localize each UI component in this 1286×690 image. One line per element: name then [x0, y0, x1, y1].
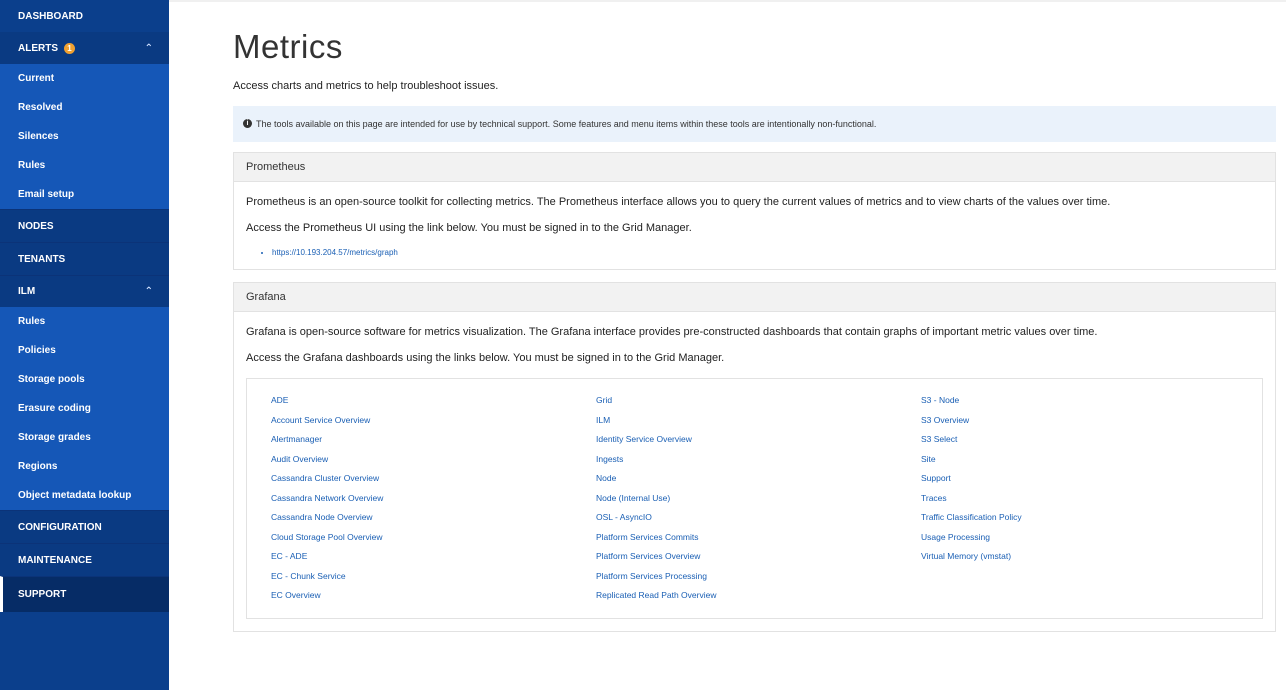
grafana-dashboard-link[interactable]: Platform Services Processing [596, 567, 921, 587]
info-banner: i The tools available on this page are i… [233, 106, 1276, 142]
sidebar-item-current[interactable]: Current [0, 64, 169, 93]
grafana-heading: Grafana [234, 283, 1275, 312]
grafana-dashboard-link[interactable]: Audit Overview [271, 450, 596, 470]
links-column-2: Grid ILM Identity Service Overview Ingests N… [596, 391, 921, 606]
prometheus-description: Prometheus is an open-source toolkit for… [246, 196, 1111, 208]
chevron-up-icon[interactable]: ⌃ [145, 43, 153, 54]
nav-configuration[interactable]: CONFIGURATION [0, 510, 169, 543]
sidebar-item-ilm-rules[interactable]: Rules [0, 307, 169, 336]
chevron-up-icon[interactable]: ⌃ [145, 286, 153, 297]
grafana-dashboard-link[interactable]: Site [921, 450, 1238, 470]
sidebar-item-storage-grades[interactable]: Storage grades [0, 423, 169, 452]
grafana-dashboard-link[interactable]: Usage Processing [921, 528, 1238, 548]
grafana-dashboard-link[interactable]: Node [596, 469, 921, 489]
grafana-dashboard-link[interactable]: Cassandra Node Overview [271, 508, 596, 528]
grafana-dashboard-link[interactable]: Platform Services Commits [596, 528, 921, 548]
prometheus-link[interactable]: https://10.193.204.57/metrics/graph [272, 248, 398, 257]
prometheus-link-item: https://10.193.204.57/metrics/graph [272, 248, 1263, 257]
main-content: Metrics Access charts and metrics to hel… [169, 0, 1286, 690]
prometheus-heading: Prometheus [234, 153, 1275, 182]
grafana-dashboard-link[interactable]: Grid [596, 391, 921, 411]
sidebar-item-policies[interactable]: Policies [0, 336, 169, 365]
sidebar: DASHBOARD ALERTS 1 ⌃ Current Resolved Si… [0, 0, 169, 690]
grafana-description: Grafana is open-source software for metr… [246, 326, 1098, 338]
ilm-submenu: Rules Policies Storage pools Erasure cod… [0, 307, 169, 510]
grafana-dashboard-link[interactable]: OSL - AsyncIO [596, 508, 921, 528]
sidebar-item-regions[interactable]: Regions [0, 452, 169, 481]
grafana-dashboard-link[interactable]: Support [921, 469, 1238, 489]
grafana-dashboard-link[interactable]: EC - ADE [271, 547, 596, 567]
sidebar-item-erasure-coding[interactable]: Erasure coding [0, 394, 169, 423]
grafana-dashboard-link[interactable]: Platform Services Overview [596, 547, 921, 567]
grafana-dashboard-link[interactable]: Traffic Classification Policy [921, 508, 1238, 528]
nav-alerts[interactable]: ALERTS 1 ⌃ [0, 32, 169, 64]
grafana-dashboard-link[interactable]: Node (Internal Use) [596, 489, 921, 509]
grafana-panel: Grafana Grafana is open-source software … [233, 282, 1276, 632]
nav-maintenance[interactable]: MAINTENANCE [0, 543, 169, 576]
sidebar-item-silences[interactable]: Silences [0, 122, 169, 151]
nav-nodes[interactable]: NODES [0, 209, 169, 242]
grafana-dashboard-link[interactable]: Traces [921, 489, 1238, 509]
nav-dashboard-label: DASHBOARD [18, 10, 83, 22]
alerts-submenu: Current Resolved Silences Rules Email se… [0, 64, 169, 209]
info-text: The tools available on this page are int… [256, 119, 877, 129]
sidebar-item-object-metadata-lookup[interactable]: Object metadata lookup [0, 481, 169, 510]
links-column-1: ADE Account Service Overview Alertmanager A… [271, 391, 596, 606]
sidebar-item-rules[interactable]: Rules [0, 151, 169, 180]
grafana-dashboard-link[interactable]: Alertmanager [271, 430, 596, 450]
prometheus-access-text: Access the Prometheus UI using the link … [246, 222, 692, 234]
grafana-dashboard-link[interactable]: S3 Overview [921, 411, 1238, 431]
links-column-3: S3 - Node S3 Overview S3 Select Site Support… [921, 391, 1238, 606]
grafana-dashboard-link[interactable]: S3 - Node [921, 391, 1238, 411]
grafana-dashboard-link[interactable]: Cassandra Cluster Overview [271, 469, 596, 489]
nav-support[interactable]: SUPPORT [0, 576, 169, 612]
grafana-dashboard-link[interactable]: EC Overview [271, 586, 596, 606]
page-subtitle: Access charts and metrics to help troubl… [233, 80, 499, 92]
grafana-dashboard-link[interactable]: ILM [596, 411, 921, 431]
grafana-dashboard-link[interactable]: Ingests [596, 450, 921, 470]
grafana-dashboard-link[interactable]: Account Service Overview [271, 411, 596, 431]
grafana-dashboard-link[interactable]: Cassandra Network Overview [271, 489, 596, 509]
nav-alerts-label: ALERTS [18, 42, 58, 54]
grafana-dashboard-link[interactable]: Cloud Storage Pool Overview [271, 528, 596, 548]
alert-count-badge: 1 [64, 42, 75, 54]
grafana-dashboard-link[interactable]: Virtual Memory (vmstat) [921, 547, 1238, 567]
grafana-dashboard-link[interactable]: Identity Service Overview [596, 430, 921, 450]
grafana-dashboard-link[interactable]: ADE [271, 391, 596, 411]
grafana-dashboard-links: ADE Account Service Overview Alertmanager A… [246, 378, 1263, 619]
nav-dashboard[interactable]: DASHBOARD [0, 0, 169, 32]
sidebar-item-resolved[interactable]: Resolved [0, 93, 169, 122]
nav-ilm-label: ILM [18, 286, 36, 297]
info-icon: i [243, 119, 252, 128]
grafana-access-text: Access the Grafana dashboards using the … [246, 352, 725, 364]
sidebar-item-email-setup[interactable]: Email setup [0, 180, 169, 209]
nav-tenants[interactable]: TENANTS [0, 242, 169, 275]
sidebar-item-storage-pools[interactable]: Storage pools [0, 365, 169, 394]
grafana-dashboard-link[interactable]: Replicated Read Path Overview [596, 586, 921, 606]
prometheus-panel: Prometheus Prometheus is an open-source … [233, 152, 1276, 270]
grafana-dashboard-link[interactable]: S3 Select [921, 430, 1238, 450]
page-title: Metrics [233, 28, 343, 65]
nav-ilm[interactable]: ILM ⌃ [0, 275, 169, 307]
grafana-dashboard-link[interactable]: EC - Chunk Service [271, 567, 596, 587]
